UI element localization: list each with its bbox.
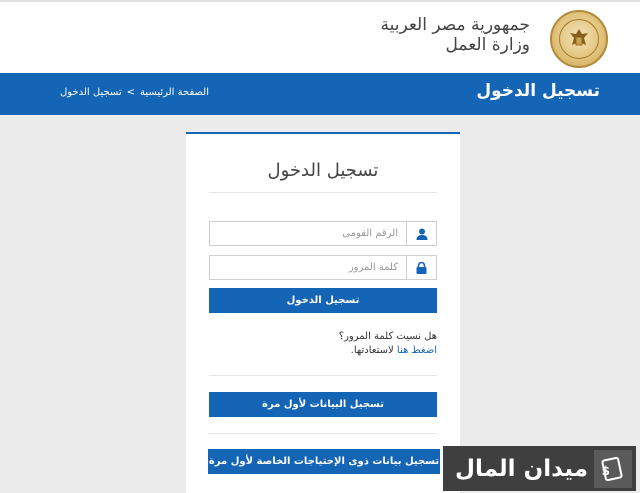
eagle-icon — [559, 19, 599, 59]
forgot-password-text: هل نسيت كلمة المرور؟ اضغط هنا لاستعادتها… — [339, 330, 437, 358]
national-id-input[interactable] — [210, 222, 406, 245]
watermark-logo: $ ميدان المال — [443, 446, 636, 491]
login-title: تسجيل الدخول — [267, 160, 379, 181]
password-input[interactable] — [210, 256, 406, 279]
forgot-password-link[interactable]: اضغط هنا — [397, 345, 437, 356]
title-bar: تسجيل الدخول الصفحة الرئيسية > تسجيل الد… — [0, 73, 640, 115]
login-card: تسجيل الدخول تسجيل الدخول هل نسيت كلمة ا… — [186, 132, 460, 493]
national-id-field — [209, 221, 437, 246]
forgot-question: هل نسيت كلمة المرور؟ — [338, 331, 437, 342]
watermark-text: ميدان المال — [455, 455, 588, 482]
register-first-time-button[interactable]: تسجيل البيانات لأول مرة — [209, 392, 437, 417]
breadcrumb: الصفحة الرئيسية > تسجيل الدخول — [60, 87, 209, 98]
forgot-suffix: لاستعادتها. — [350, 345, 394, 356]
register-special-needs-button[interactable]: تسجيل بيانات ذوى الإحتياجات الخاصة لأول … — [208, 449, 440, 474]
breadcrumb-home-link[interactable]: الصفحة الرئيسية — [140, 87, 209, 98]
ministry-name: وزارة العمل — [445, 34, 530, 55]
page-title: تسجيل الدخول — [476, 81, 600, 101]
divider — [209, 192, 437, 193]
country-name: جمهورية مصر العربية — [380, 15, 530, 35]
government-title: جمهورية مصر العربية وزارة العمل — [380, 15, 530, 55]
breadcrumb-separator: > — [126, 87, 136, 98]
money-tag-icon: $ — [594, 449, 632, 488]
ministry-emblem-logo — [550, 10, 608, 68]
breadcrumb-current: تسجيل الدخول — [60, 87, 122, 98]
login-button[interactable]: تسجيل الدخول — [209, 288, 437, 313]
site-header: جمهورية مصر العربية وزارة العمل — [0, 2, 640, 73]
password-field — [209, 255, 437, 280]
divider — [209, 375, 437, 376]
user-icon — [406, 222, 436, 245]
divider — [209, 433, 437, 434]
svg-text:$: $ — [602, 464, 610, 478]
lock-icon — [406, 256, 436, 279]
